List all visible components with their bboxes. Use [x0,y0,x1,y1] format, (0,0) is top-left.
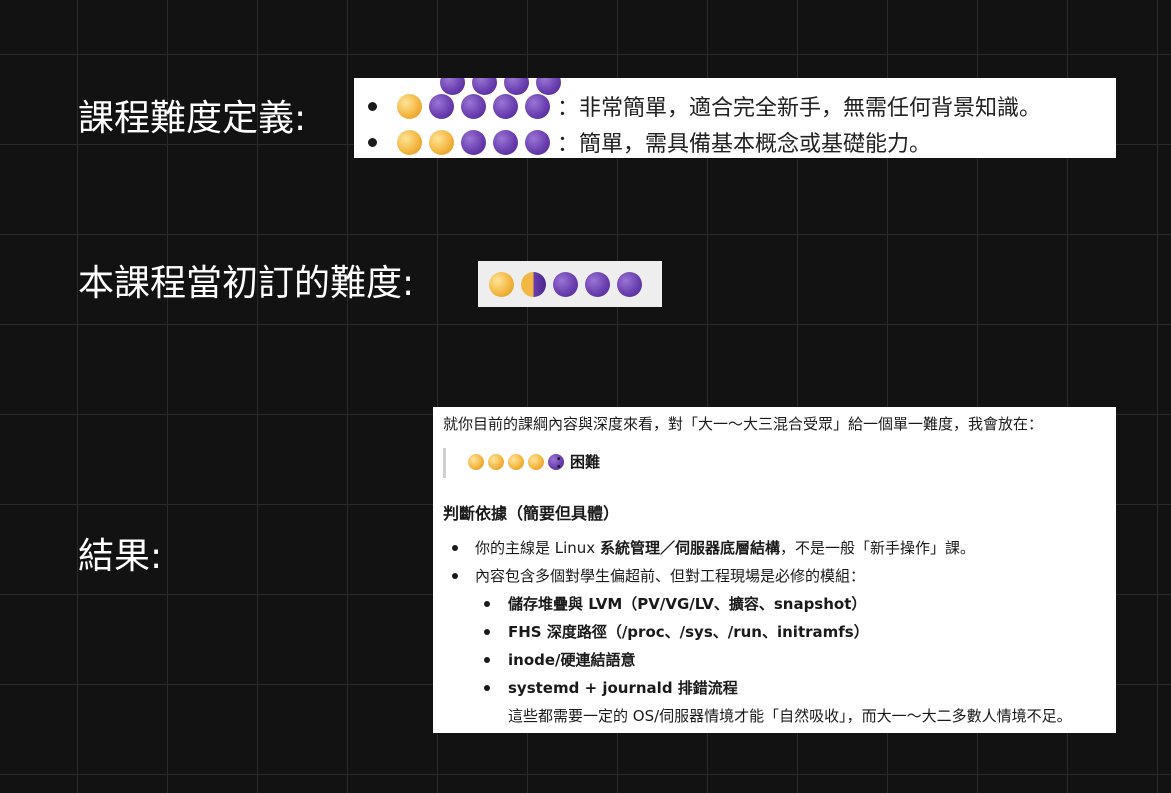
legend-text: ：非常簡單，適合完全新手，無需任何背景知識。 [557,96,1042,121]
moon-full-icon [528,454,544,470]
moon-new-icon [585,272,610,297]
legend-item: ：簡單，需具備基本概念或基礎能力。 [354,126,931,158]
sub-list-item: FHS 深度路徑（/proc、/sys、/run、initramfs） [508,623,869,641]
result-panel: 就你目前的課綱內容與深度來看，對「大一～大三混合受眾」給一個單一難度，我會放在：… [433,407,1116,733]
blockquote-bar [443,448,446,478]
moon-full-icon [488,454,504,470]
sub-list-item: 儲存堆疊與 LVM（PV/VG/LV、擴容、snapshot） [508,595,867,613]
list-item: 內容包含多個對學生偏超前、但對工程現場是必修的模組： [475,567,866,585]
heading-definition: 課程難度定義: [78,98,307,139]
section-title: 判斷依據（簡要但具體） [443,504,620,523]
legend-item: ：非常簡單，適合完全新手，無需任何背景知識。 [354,90,1041,122]
moon-new-icon [553,272,578,297]
moon-full-icon [489,272,514,297]
list-item: 你的主線是 Linux 系統管理／伺服器底層結構，不是一般「新手操作」課。 [475,539,975,557]
result-intro: 就你目前的課綱內容與深度來看，對「大一～大三混合受眾」給一個單一難度，我會放在： [443,415,1044,433]
moon-full-icon [397,129,422,155]
moon-new-icon [617,272,642,297]
original-rating-panel [478,261,662,307]
bullet-icon [368,101,377,111]
heading-original-difficulty: 本課程當初訂的難度: [78,263,415,304]
moon-full-icon [508,454,524,470]
moon-new-icon [461,129,486,155]
moon-new-icon [429,93,454,119]
moon-new-icon [525,129,550,155]
difficulty-moons [489,272,649,297]
result-rating-label: ：困難 [555,453,601,471]
moon-new-icon [493,129,518,155]
moon-full-icon [397,93,422,119]
sub-list-item: inode/硬連結語意 [508,651,636,669]
heading-result: 結果: [78,536,163,577]
moon-new-icon [493,93,518,119]
bullet-icon [484,629,490,635]
moon-full-icon [468,454,484,470]
moon-full-icon [429,129,454,155]
difficulty-moons [468,454,568,470]
bullet-icon [484,601,490,607]
bullet-icon [452,573,458,579]
moon-new-icon [525,93,550,119]
sub-list-item: systemd + journald 排錯流程 [508,679,738,697]
closing-text: 這些都需要一定的 OS/伺服器情境才能「自然吸收」，而大一～大二多數人情境不足。 [508,707,1072,725]
legend-text: ：簡單，需具備基本概念或基礎能力。 [557,132,932,157]
bullet-icon [484,685,490,691]
moon-half-icon [521,272,546,297]
difficulty-moons [397,93,557,119]
difficulty-moons [397,129,557,155]
bullet-icon [484,657,490,663]
moon-new-icon [461,93,486,119]
difficulty-legend-panel: ：非常簡單，適合完全新手，無需任何背景知識。 ：簡單，需具備基本概念或基礎能力。 [354,78,1116,158]
bullet-icon [368,137,377,147]
bullet-icon [452,545,458,551]
